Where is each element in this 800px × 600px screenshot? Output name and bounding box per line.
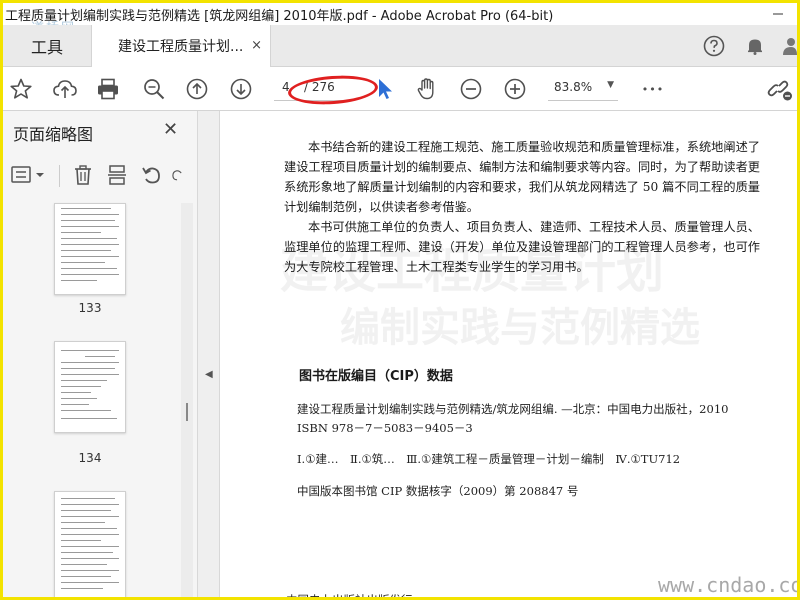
chevron-down-icon: ▼ [607,80,614,90]
cip-line: 中国电力出版社出版发行 [286,593,413,600]
page-thumbnails-panel: 页面缩略图 ✕ 133 134 [3,111,198,597]
thumbnail-label: 134 [78,451,102,465]
minus-circle-icon[interactable] [458,76,484,102]
site-watermark: www.cndao.com [658,573,797,597]
bell-icon[interactable] [743,34,767,58]
rotate-right-icon[interactable] [171,163,185,187]
tab-close-button[interactable]: × [251,38,262,53]
more-tools-button[interactable]: ••• [640,76,666,102]
plus-circle-icon[interactable] [502,76,528,102]
trash-icon[interactable] [71,163,95,187]
panel-toolbar-divider [59,165,60,187]
thumbnail-options-menu[interactable] [11,163,47,187]
cloud-upload-icon[interactable] [52,76,78,102]
print-icon[interactable] [95,76,121,102]
doc-paragraph: 本书结合新的建设工程施工规范、施工质量验收规范和质量管理标准，系统地阐述了建设工… [284,140,760,214]
document-page: 建设工程质量计划 编制实践与范例精选 本书结合新的建设工程施工规范、施工质量验收… [220,111,797,600]
collapse-arrow-icon[interactable]: ◀ [205,369,213,380]
zoom-select[interactable]: 83.8% ▼ [548,77,618,101]
main-toolbar: 4 / 276 83.8% ▼ ••• [3,67,797,111]
window-frame: 工程质量计划编制实践与范例精选 [筑龙网组编] 2010年版.pdf - Ado… [0,0,800,600]
star-icon[interactable] [8,76,34,102]
tab-document-label: 建设工程质量计划... [118,39,244,55]
minimize-icon [773,13,783,15]
page-thumbnail[interactable] [54,491,126,597]
page-thumbnail[interactable] [54,341,126,433]
scrollbar-thumb[interactable] [186,403,188,421]
tab-tools[interactable]: 工具 [3,25,91,67]
zoom-value: 83.8% [554,80,593,94]
tab-document[interactable]: 建设工程质量计划... × [91,25,271,67]
tab-bar: 工具 建设工程质量计划... × [3,25,797,67]
page-thumbnail[interactable] [54,203,126,295]
panel-title: 页面缩略图 [13,125,94,144]
doc-paragraph: 本书可供施工单位的负责人、项目负责人、建造师、工程技术人员、质量管理人员、监理单… [284,220,760,274]
arrow-down-circle-icon[interactable] [228,76,254,102]
cip-line: 中国版本图书馆 CIP 数据核字（2009）第 208847 号 [297,484,579,498]
user-icon[interactable] [781,34,797,58]
panel-close-button[interactable]: ✕ [163,119,178,140]
title-bar: 工程质量计划编制实践与范例精选 [筑龙网组编] 2010年版.pdf - Ado… [3,3,797,36]
panel-toolbar [3,157,198,195]
cip-line: Ⅰ.①建… Ⅱ.①筑… Ⅲ.①建筑工程－质量管理－计划－编制 Ⅳ.①TU712 [297,452,681,466]
minimize-button[interactable] [759,3,797,25]
arrow-up-circle-icon[interactable] [184,76,210,102]
insert-page-icon[interactable] [105,163,129,187]
link-icon[interactable] [767,76,793,102]
help-icon[interactable] [702,34,726,58]
rotate-left-icon[interactable] [139,163,163,187]
cip-heading: 图书在版编目（CIP）数据 [299,369,453,384]
thumbnail-scrollbar[interactable] [181,203,193,597]
cip-line: 建设工程质量计划编制实践与范例精选/筑龙网组编. —北京：中国电力出版社，201… [297,402,729,416]
thumbnail-label: 133 [78,301,102,315]
window-title: 工程质量计划编制实践与范例精选 [筑龙网组编] 2010年版.pdf - Ado… [5,9,554,24]
cip-line: ISBN 978－7－5083－9405－3 [297,421,473,435]
panel-divider[interactable]: ◀ [198,111,220,597]
search-zoom-icon[interactable] [141,76,167,102]
bleed-through-text: 编制实践与范例精选 [340,304,700,351]
hand-icon[interactable] [414,76,440,102]
